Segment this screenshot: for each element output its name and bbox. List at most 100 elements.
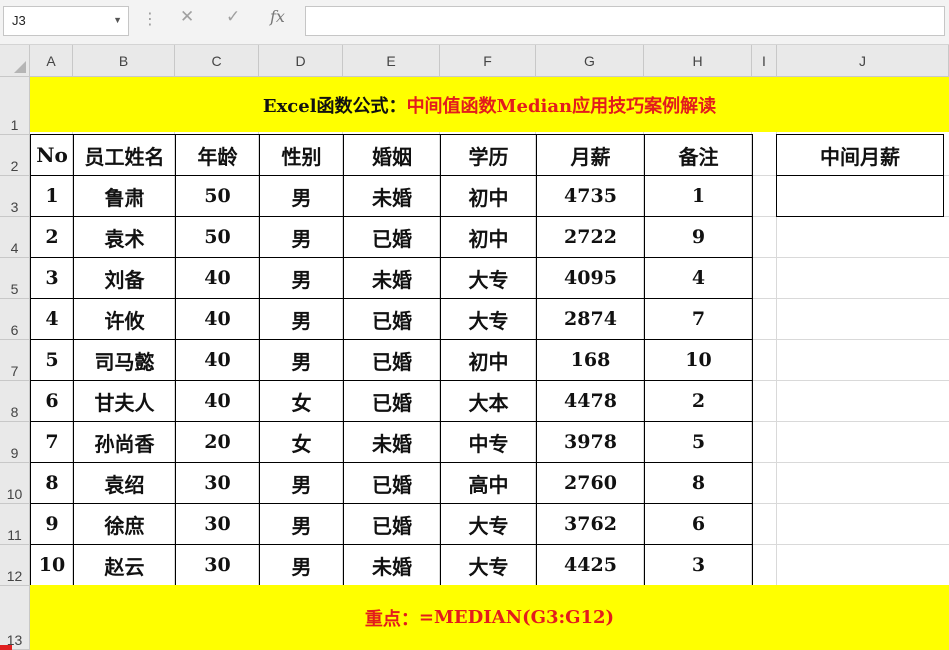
cell-a5[interactable]: 3	[30, 257, 74, 299]
name-box[interactable]: J3 ▼	[3, 6, 129, 36]
cell-c10[interactable]: 30	[175, 462, 260, 504]
cell-h4[interactable]: 9	[644, 216, 753, 258]
cell-f7[interactable]: 初中	[440, 339, 537, 381]
cell-g8[interactable]: 4478	[536, 380, 645, 422]
cell-f10[interactable]: 高中	[440, 462, 537, 504]
header-cell-salary[interactable]: 月薪	[536, 134, 645, 176]
cell-e7[interactable]: 已婚	[343, 339, 441, 381]
header-cell-name[interactable]: 员工姓名	[73, 134, 176, 176]
cell-b9[interactable]: 孙尚香	[73, 421, 176, 463]
cell-h10[interactable]: 8	[644, 462, 753, 504]
column-header-f[interactable]: F	[440, 45, 536, 77]
cell-g7[interactable]: 168	[536, 339, 645, 381]
row-header-4[interactable]: 4	[0, 217, 30, 258]
chevron-down-icon[interactable]: ▼	[113, 15, 122, 25]
cell-c4[interactable]: 50	[175, 216, 260, 258]
cell-g4[interactable]: 2722	[536, 216, 645, 258]
cell-g12[interactable]: 4425	[536, 544, 645, 586]
column-header-j[interactable]: J	[777, 45, 949, 77]
cell-e5[interactable]: 未婚	[343, 257, 441, 299]
row-header-7[interactable]: 7	[0, 340, 30, 381]
cell-d10[interactable]: 男	[259, 462, 344, 504]
cell-b5[interactable]: 刘备	[73, 257, 176, 299]
cell-c5[interactable]: 40	[175, 257, 260, 299]
enter-icon[interactable]: ✓	[226, 9, 240, 26]
cell-c6[interactable]: 40	[175, 298, 260, 340]
cell-b6[interactable]: 许攸	[73, 298, 176, 340]
column-header-a[interactable]: A	[30, 45, 73, 77]
cell-d3[interactable]: 男	[259, 175, 344, 217]
column-header-d[interactable]: D	[259, 45, 343, 77]
header-cell-note[interactable]: 备注	[644, 134, 753, 176]
footer-banner[interactable]: 重点： =MEDIAN(G3:G12)	[30, 585, 949, 650]
header-cell-education[interactable]: 学历	[440, 134, 537, 176]
cell-f9[interactable]: 中专	[440, 421, 537, 463]
spreadsheet-grid[interactable]: A B C D E F G H I J 1 2 3 4 5 6 7 8 9 10…	[0, 45, 949, 650]
cell-d11[interactable]: 男	[259, 503, 344, 545]
cell-g9[interactable]: 3978	[536, 421, 645, 463]
cell-b10[interactable]: 袁绍	[73, 462, 176, 504]
cell-e10[interactable]: 已婚	[343, 462, 441, 504]
cell-a11[interactable]: 9	[30, 503, 74, 545]
cell-d8[interactable]: 女	[259, 380, 344, 422]
cell-c11[interactable]: 30	[175, 503, 260, 545]
row-header-12[interactable]: 12	[0, 545, 30, 586]
cell-f11[interactable]: 大专	[440, 503, 537, 545]
column-header-b[interactable]: B	[73, 45, 175, 77]
row-header-2[interactable]: 2	[0, 135, 30, 176]
column-header-h[interactable]: H	[644, 45, 752, 77]
cell-c7[interactable]: 40	[175, 339, 260, 381]
drag-handle-icon[interactable]: ⋮	[142, 11, 158, 27]
cell-c8[interactable]: 40	[175, 380, 260, 422]
row-header-11[interactable]: 11	[0, 504, 30, 545]
cell-e11[interactable]: 已婚	[343, 503, 441, 545]
cell-e9[interactable]: 未婚	[343, 421, 441, 463]
cell-b8[interactable]: 甘夫人	[73, 380, 176, 422]
header-cell-age[interactable]: 年龄	[175, 134, 260, 176]
row-header-10[interactable]: 10	[0, 463, 30, 504]
formula-input[interactable]	[305, 6, 945, 36]
header-cell-no[interactable]: No	[30, 134, 74, 176]
cell-a6[interactable]: 4	[30, 298, 74, 340]
cell-d4[interactable]: 男	[259, 216, 344, 258]
column-header-c[interactable]: C	[175, 45, 259, 77]
cell-a3[interactable]: 1	[30, 175, 74, 217]
cell-g11[interactable]: 3762	[536, 503, 645, 545]
header-cell-marital[interactable]: 婚姻	[343, 134, 441, 176]
cell-b11[interactable]: 徐庶	[73, 503, 176, 545]
cell-f3[interactable]: 初中	[440, 175, 537, 217]
column-header-g[interactable]: G	[536, 45, 644, 77]
cell-a4[interactable]: 2	[30, 216, 74, 258]
cell-d5[interactable]: 男	[259, 257, 344, 299]
column-header-i[interactable]: I	[752, 45, 777, 77]
insert-function-icon[interactable]: fx	[270, 9, 285, 25]
median-salary-header[interactable]: 中间月薪	[776, 134, 944, 176]
row-header-3[interactable]: 3	[0, 176, 30, 217]
cell-e3[interactable]: 未婚	[343, 175, 441, 217]
cell-e4[interactable]: 已婚	[343, 216, 441, 258]
cell-a12[interactable]: 10	[30, 544, 74, 586]
row-header-8[interactable]: 8	[0, 381, 30, 422]
cell-b3[interactable]: 鲁肃	[73, 175, 176, 217]
cell-h5[interactable]: 4	[644, 257, 753, 299]
select-all-corner[interactable]	[0, 45, 30, 77]
row-header-5[interactable]: 5	[0, 258, 30, 299]
row-header-1[interactable]: 1	[0, 77, 30, 135]
cell-b4[interactable]: 袁术	[73, 216, 176, 258]
cell-e12[interactable]: 未婚	[343, 544, 441, 586]
cell-d9[interactable]: 女	[259, 421, 344, 463]
cell-f6[interactable]: 大专	[440, 298, 537, 340]
column-header-e[interactable]: E	[343, 45, 440, 77]
row-header-9[interactable]: 9	[0, 422, 30, 463]
cell-b7[interactable]: 司马懿	[73, 339, 176, 381]
cell-h11[interactable]: 6	[644, 503, 753, 545]
cell-c9[interactable]: 20	[175, 421, 260, 463]
median-salary-cell-j3[interactable]	[776, 175, 944, 217]
cell-h7[interactable]: 10	[644, 339, 753, 381]
cell-g6[interactable]: 2874	[536, 298, 645, 340]
cell-h6[interactable]: 7	[644, 298, 753, 340]
header-cell-gender[interactable]: 性别	[259, 134, 344, 176]
cancel-icon[interactable]: ✕	[180, 9, 194, 26]
cell-c3[interactable]: 50	[175, 175, 260, 217]
row-header-6[interactable]: 6	[0, 299, 30, 340]
